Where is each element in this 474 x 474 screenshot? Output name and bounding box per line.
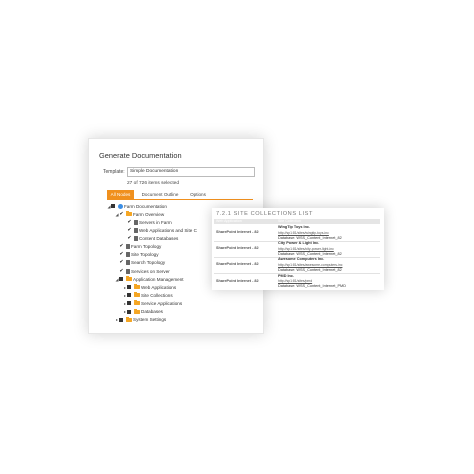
tree-node-label: Databases bbox=[141, 309, 163, 315]
tree-node[interactable]: ✔ Site Topology bbox=[115, 251, 159, 258]
tree-node-label: Content Databases bbox=[139, 236, 179, 242]
tree-node-label: Service Applications bbox=[141, 300, 183, 306]
checkmark-icon[interactable]: ✔ bbox=[127, 227, 132, 234]
web-application-name: SharePoint Internet - 82 bbox=[216, 246, 259, 251]
tree-node[interactable]: ✔ Servers in Farm bbox=[123, 219, 172, 226]
folder-icon bbox=[133, 284, 140, 290]
tree-node-label: Site Topology bbox=[131, 252, 159, 258]
tree-node[interactable]: ▸ Service Applications bbox=[123, 300, 182, 307]
tab-all-nodes[interactable]: All Nodes bbox=[107, 190, 134, 199]
tree-node[interactable]: ◢ Farm Documentation bbox=[107, 203, 167, 210]
checkmark-icon[interactable]: ✔ bbox=[119, 243, 124, 250]
document-icon bbox=[125, 260, 130, 266]
dialog-title: Generate Documentation bbox=[99, 151, 182, 160]
folder-icon bbox=[133, 300, 140, 306]
tree-node[interactable]: ◢✔ Farm Overview bbox=[115, 211, 164, 218]
folder-icon bbox=[133, 292, 140, 298]
tree-node-label: Farm Topology bbox=[131, 244, 162, 250]
globe-icon bbox=[117, 203, 123, 209]
document-icon bbox=[133, 236, 138, 242]
tree-node[interactable]: ▸ System Settings bbox=[115, 316, 166, 323]
web-application-name: SharePoint Internet - 82 bbox=[216, 278, 259, 283]
folder-icon bbox=[125, 316, 132, 322]
site-collection-name: PMD Inc. bbox=[278, 273, 295, 278]
site-collection-name: City Power & Light Inc. bbox=[278, 241, 320, 246]
tree-node[interactable]: ✔ Services on Server bbox=[115, 267, 170, 274]
tree-node-label: Application Management bbox=[133, 276, 184, 282]
web-application-name: SharePoint Internet - 82 bbox=[216, 262, 259, 267]
checkmark-icon[interactable]: ✔ bbox=[127, 235, 132, 242]
checkmark-icon[interactable]: ✔ bbox=[119, 211, 124, 218]
column-site-collection: Site Collection bbox=[278, 219, 301, 223]
tree-node[interactable]: ◢ Application Management bbox=[115, 275, 184, 282]
partial-checkbox[interactable] bbox=[127, 285, 131, 290]
site-collection-url-link[interactable]: http://sp1:81/sites/awesome-computers-in… bbox=[278, 263, 342, 267]
checkmark-icon[interactable]: ✔ bbox=[119, 268, 124, 275]
tree-node-label: Web Applications bbox=[141, 284, 177, 290]
tab-options[interactable]: Options bbox=[185, 190, 211, 199]
site-collection-url-link[interactable]: http://sp1:81/sites/city-power-light-inc bbox=[278, 247, 334, 251]
folder-icon bbox=[133, 308, 140, 314]
tab-underline bbox=[107, 199, 253, 200]
tree-node-label: Site Collections bbox=[141, 292, 173, 298]
site-collection-url-link[interactable]: http://sp1:81/sites/pmd bbox=[278, 279, 312, 283]
partial-checkbox[interactable] bbox=[127, 293, 131, 298]
site-collection-url-link[interactable]: http://sp1:81/sites/wingtip-toys-inc bbox=[278, 231, 329, 235]
selection-count: 27 of 726 items selected bbox=[127, 181, 179, 186]
partial-checkbox[interactable] bbox=[127, 309, 131, 314]
tree-node[interactable]: ▸ Databases bbox=[123, 308, 163, 315]
document-icon bbox=[125, 252, 130, 258]
folder-icon bbox=[125, 211, 132, 217]
tree-node[interactable]: ▸ Site Collections bbox=[123, 292, 173, 299]
site-collection-row: SharePoint Internet - 82 WingTip Toys Inc… bbox=[214, 225, 380, 242]
checkmark-icon[interactable]: ✔ bbox=[119, 259, 124, 266]
document-icon bbox=[125, 244, 130, 250]
tree-node-label: Farm Documentation bbox=[124, 203, 167, 209]
tree-node[interactable]: ✔ Farm Topology bbox=[115, 243, 161, 250]
partial-checkbox[interactable] bbox=[119, 277, 123, 282]
column-web-application: Web Application bbox=[216, 219, 242, 223]
site-collections-preview: 7.2.1 SITE COLLECTIONS LIST Web Applicat… bbox=[212, 208, 384, 290]
partial-checkbox[interactable] bbox=[119, 317, 123, 322]
partial-checkbox[interactable] bbox=[127, 301, 131, 306]
site-collection-row: SharePoint Internet - 82 PMD Inc. http://s… bbox=[214, 274, 380, 290]
web-application-name: SharePoint Internet - 82 bbox=[216, 230, 259, 234]
tree-node[interactable]: ✔ Content Databases bbox=[123, 235, 178, 242]
document-icon bbox=[125, 268, 130, 274]
template-label: Template: bbox=[103, 169, 125, 175]
tab-bar: All Nodes Document Outline Options bbox=[107, 190, 253, 199]
tree-node-label: Farm Overview bbox=[133, 211, 165, 217]
template-select[interactable]: Simple Documentation bbox=[127, 167, 255, 177]
content-database: Database: WSS_Content_Internet_82 bbox=[278, 251, 342, 256]
checkmark-icon[interactable]: ✔ bbox=[127, 219, 132, 226]
tree-node-label: Servers in Farm bbox=[139, 219, 172, 225]
folder-icon bbox=[125, 276, 132, 282]
tree-node-label: Services on Server bbox=[131, 268, 170, 274]
site-collection-name: WingTip Toys Inc. bbox=[278, 225, 311, 229]
tree-node[interactable]: ▸ Web Applications bbox=[123, 284, 176, 291]
tab-document-outline[interactable]: Document Outline bbox=[137, 190, 183, 199]
content-database: Database: WSS_Content_Internet_82 bbox=[278, 267, 342, 272]
tree-node-label: Web Applications and Site C bbox=[139, 228, 197, 234]
preview-heading: 7.2.1 SITE COLLECTIONS LIST bbox=[216, 211, 314, 217]
tree-node-label: Search Topology bbox=[131, 260, 166, 266]
tree-node[interactable]: ✔ Web Applications and Site C bbox=[123, 227, 197, 234]
document-icon bbox=[133, 228, 138, 234]
partial-checkbox[interactable] bbox=[111, 204, 115, 209]
tree-node[interactable]: ✔ Search Topology bbox=[115, 259, 165, 266]
site-collection-row: SharePoint Internet - 82 City Power & Lig… bbox=[214, 241, 380, 259]
site-collection-name: Awesome Computers Inc. bbox=[278, 257, 325, 262]
site-collection-row: SharePoint Internet - 82 Awesome Computer… bbox=[214, 257, 380, 275]
tree-node-label: System Settings bbox=[133, 317, 167, 323]
content-database: Database: WSS_Content_Internet_82 bbox=[278, 235, 342, 240]
checkmark-icon[interactable]: ✔ bbox=[119, 251, 124, 258]
preview-column-header: Web Application Site Collection bbox=[214, 219, 380, 224]
document-icon bbox=[133, 219, 138, 225]
content-database: Database: WSS_Content_Internet_PMD bbox=[278, 284, 346, 289]
